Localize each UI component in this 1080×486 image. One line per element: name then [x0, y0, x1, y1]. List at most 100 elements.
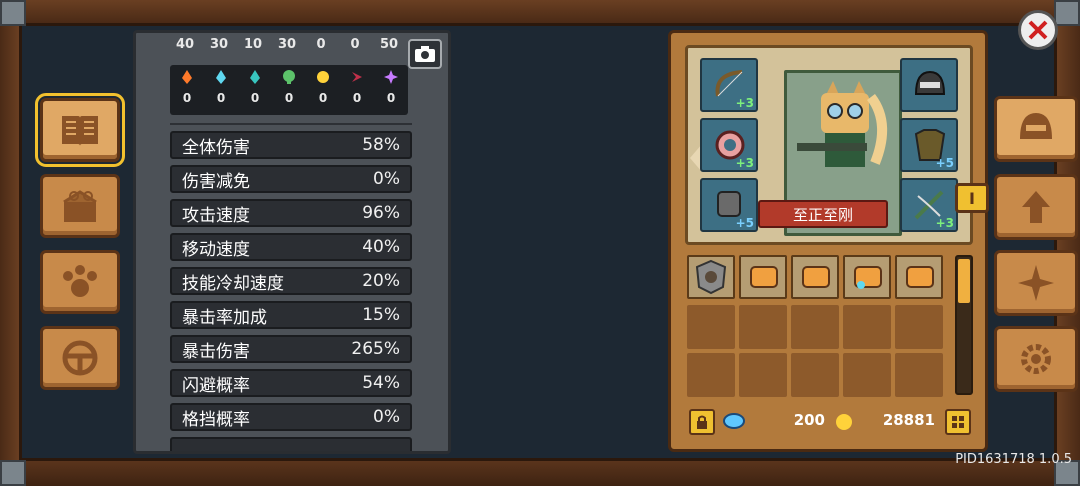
helmet-icon [1020, 113, 1052, 139]
vehicle-menu-button[interactable] [40, 326, 120, 390]
stat-row: 格挡概率 0% [170, 403, 412, 431]
character-level-tag[interactable]: I [955, 183, 989, 213]
gear-icon [1021, 344, 1051, 374]
poison-icon [283, 70, 295, 84]
settings-menu-button[interactable] [994, 326, 1078, 392]
frame-right [1054, 0, 1080, 486]
character-panel: +3 +3 +5 至正至刚 +5 +3 I 200 28881 [668, 30, 989, 452]
gem-count: 200 [793, 411, 825, 429]
frame-left [0, 0, 22, 486]
element-item: 0 [174, 69, 200, 105]
screenshot-button[interactable] [408, 39, 442, 69]
equip-slot-ring[interactable]: +3 [700, 118, 758, 172]
upgrade-menu-button[interactable] [994, 174, 1078, 240]
equip-slot-offhand[interactable]: +3 [900, 178, 958, 232]
element-item: 0 [344, 69, 370, 105]
inventory-grid [687, 255, 949, 401]
inventory-slot-empty[interactable] [895, 353, 943, 397]
dark-icon [352, 72, 362, 82]
helmet-icon [914, 70, 946, 95]
element-item: 0 [276, 69, 302, 105]
inventory-slot-empty[interactable] [791, 353, 839, 397]
pet-menu-button[interactable] [40, 250, 120, 314]
inventory-scrollbar[interactable] [955, 255, 973, 395]
resource-count: 50 [379, 37, 399, 52]
stats-panel: 40 30 10 30 0 0 50 0 0 0 0 0 0 0 全体伤害 58%… [133, 30, 451, 454]
equip-slot-gloves[interactable]: +5 [700, 178, 758, 232]
arcane-icon [384, 70, 398, 84]
chest-menu-button[interactable] [40, 174, 120, 238]
inventory-slot-empty[interactable] [739, 305, 787, 349]
stat-row: 闪避概率 54% [170, 369, 412, 397]
talent-menu-button[interactable] [994, 250, 1078, 316]
element-resistances: 0 0 0 0 0 0 0 [170, 65, 408, 115]
resource-count: 30 [277, 37, 297, 52]
inventory-slot[interactable] [843, 255, 891, 299]
frame-corner [0, 460, 26, 486]
close-button[interactable] [1018, 10, 1058, 50]
camera-icon [415, 46, 435, 62]
chest-icon [63, 190, 97, 222]
frame-bottom [0, 458, 1080, 486]
inventory-slot-empty[interactable] [843, 353, 891, 397]
scroll-item-icon [750, 266, 778, 288]
character-name-banner: 至正至刚 [758, 200, 888, 228]
water-icon [250, 70, 260, 84]
close-icon [1028, 20, 1048, 40]
stat-row-partial [170, 437, 412, 451]
compass-icon [1018, 265, 1054, 301]
inventory-slot-empty[interactable] [687, 305, 735, 349]
lock-icon [697, 415, 707, 429]
equipment-area: +3 +3 +5 至正至刚 +5 +3 [685, 45, 973, 245]
gold-count: 28881 [882, 411, 935, 429]
stat-row: 伤害减免 0% [170, 165, 412, 193]
knight-character-icon [797, 81, 888, 167]
element-item: 0 [208, 69, 234, 105]
scroll-item-icon [906, 266, 934, 288]
resource-counts: 40 30 10 30 0 0 50 [170, 37, 404, 57]
inventory-slot-empty[interactable] [687, 353, 735, 397]
frame-top [0, 0, 1080, 26]
shield-item-icon [695, 259, 727, 295]
equip-slot-weapon[interactable]: +3 [700, 58, 758, 112]
resource-count: 0 [316, 37, 326, 52]
inventory-slot[interactable] [739, 255, 787, 299]
lightning-icon [317, 71, 329, 83]
lock-button[interactable] [689, 409, 715, 435]
steering-wheel-icon [62, 340, 98, 376]
gold-coin-icon [836, 414, 852, 430]
element-item: 0 [310, 69, 336, 105]
sort-grid-button[interactable] [945, 409, 971, 435]
resource-count: 30 [209, 37, 229, 52]
inventory-slot[interactable] [791, 255, 839, 299]
currency-bar: 200 28881 [687, 407, 975, 437]
frame-corner [1054, 0, 1080, 26]
scrollbar-thumb[interactable] [958, 259, 970, 303]
scroll-item-icon [854, 266, 882, 289]
equip-slot-armor[interactable]: +5 [900, 118, 958, 172]
paw-icon [63, 265, 97, 297]
divider [170, 123, 412, 125]
resource-count: 40 [175, 37, 195, 52]
fire-icon [182, 70, 192, 84]
element-item: 0 [378, 69, 404, 105]
inventory-slot-empty[interactable] [843, 305, 891, 349]
inventory-slot[interactable] [687, 255, 735, 299]
stat-row: 技能冷却速度 20% [170, 267, 412, 295]
gem-icon [723, 413, 745, 429]
inventory-slot[interactable] [895, 255, 943, 299]
stat-row: 暴击率加成 15% [170, 301, 412, 329]
resource-count: 10 [243, 37, 263, 52]
inventory-slot-empty[interactable] [739, 353, 787, 397]
book-menu-button[interactable] [35, 93, 125, 167]
stat-row: 全体伤害 58% [170, 131, 412, 159]
character-menu-button[interactable] [994, 96, 1078, 162]
equip-slot-helmet[interactable] [900, 58, 958, 112]
frame-corner [0, 0, 26, 26]
inventory-slot-empty[interactable] [791, 305, 839, 349]
inventory-slot-empty[interactable] [895, 305, 943, 349]
element-item: 0 [242, 69, 268, 105]
upgrade-arrow-icon [1022, 191, 1050, 223]
stat-row: 攻击速度 96% [170, 199, 412, 227]
version-label: PID1631718 1.0.5 [955, 452, 1072, 467]
